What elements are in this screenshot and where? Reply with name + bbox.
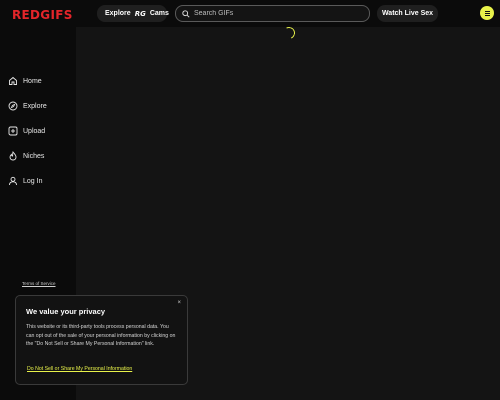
close-icon[interactable]: × — [177, 300, 181, 306]
sidebar-item-login[interactable]: Log In — [8, 175, 42, 187]
privacy-title: We value your privacy — [26, 307, 106, 316]
compass-icon — [8, 101, 18, 111]
hamburger-icon — [484, 12, 490, 14]
explore-cams-button[interactable]: Explore RG Cams — [97, 5, 169, 22]
sidebar-item-label: Upload — [23, 127, 46, 135]
sidebar-item-home[interactable]: Home — [8, 75, 42, 87]
sidebar-item-label: Log In — [23, 177, 43, 185]
redgifs-logo[interactable]: REDGIFS — [12, 8, 73, 22]
sidebar-item-label: Home — [23, 77, 42, 85]
search-bar[interactable] — [175, 5, 370, 22]
flame-icon — [9, 151, 17, 161]
sidebar-item-niches[interactable]: Niches — [8, 150, 44, 162]
privacy-body: This website or its third-party tools pr… — [26, 324, 176, 347]
privacy-banner: × We value your privacy This website or … — [15, 295, 188, 385]
do-not-sell-link[interactable]: Do Not Sell or Share My Personal Informa… — [27, 366, 132, 372]
top-bar: REDGIFS Explore RG Cams Watch Live Sex — [0, 0, 500, 27]
menu-button[interactable] — [480, 6, 494, 20]
cams-label: Cams — [149, 10, 169, 17]
sidebar-item-label: Niches — [23, 152, 45, 160]
rg-mark: RG — [134, 9, 146, 18]
search-icon — [182, 9, 190, 18]
terms-of-service-link[interactable]: Terms of Service — [22, 281, 56, 286]
sidebar-item-explore[interactable]: Explore — [8, 100, 47, 112]
upload-icon — [8, 126, 18, 136]
search-input[interactable] — [194, 10, 354, 17]
explore-label: Explore — [105, 10, 131, 17]
user-icon — [9, 176, 17, 186]
watch-live-sex-button[interactable]: Watch Live Sex — [377, 5, 438, 22]
sidebar-item-label: Explore — [23, 102, 47, 110]
home-icon — [9, 76, 17, 85]
sidebar-item-upload[interactable]: Upload — [8, 125, 45, 137]
